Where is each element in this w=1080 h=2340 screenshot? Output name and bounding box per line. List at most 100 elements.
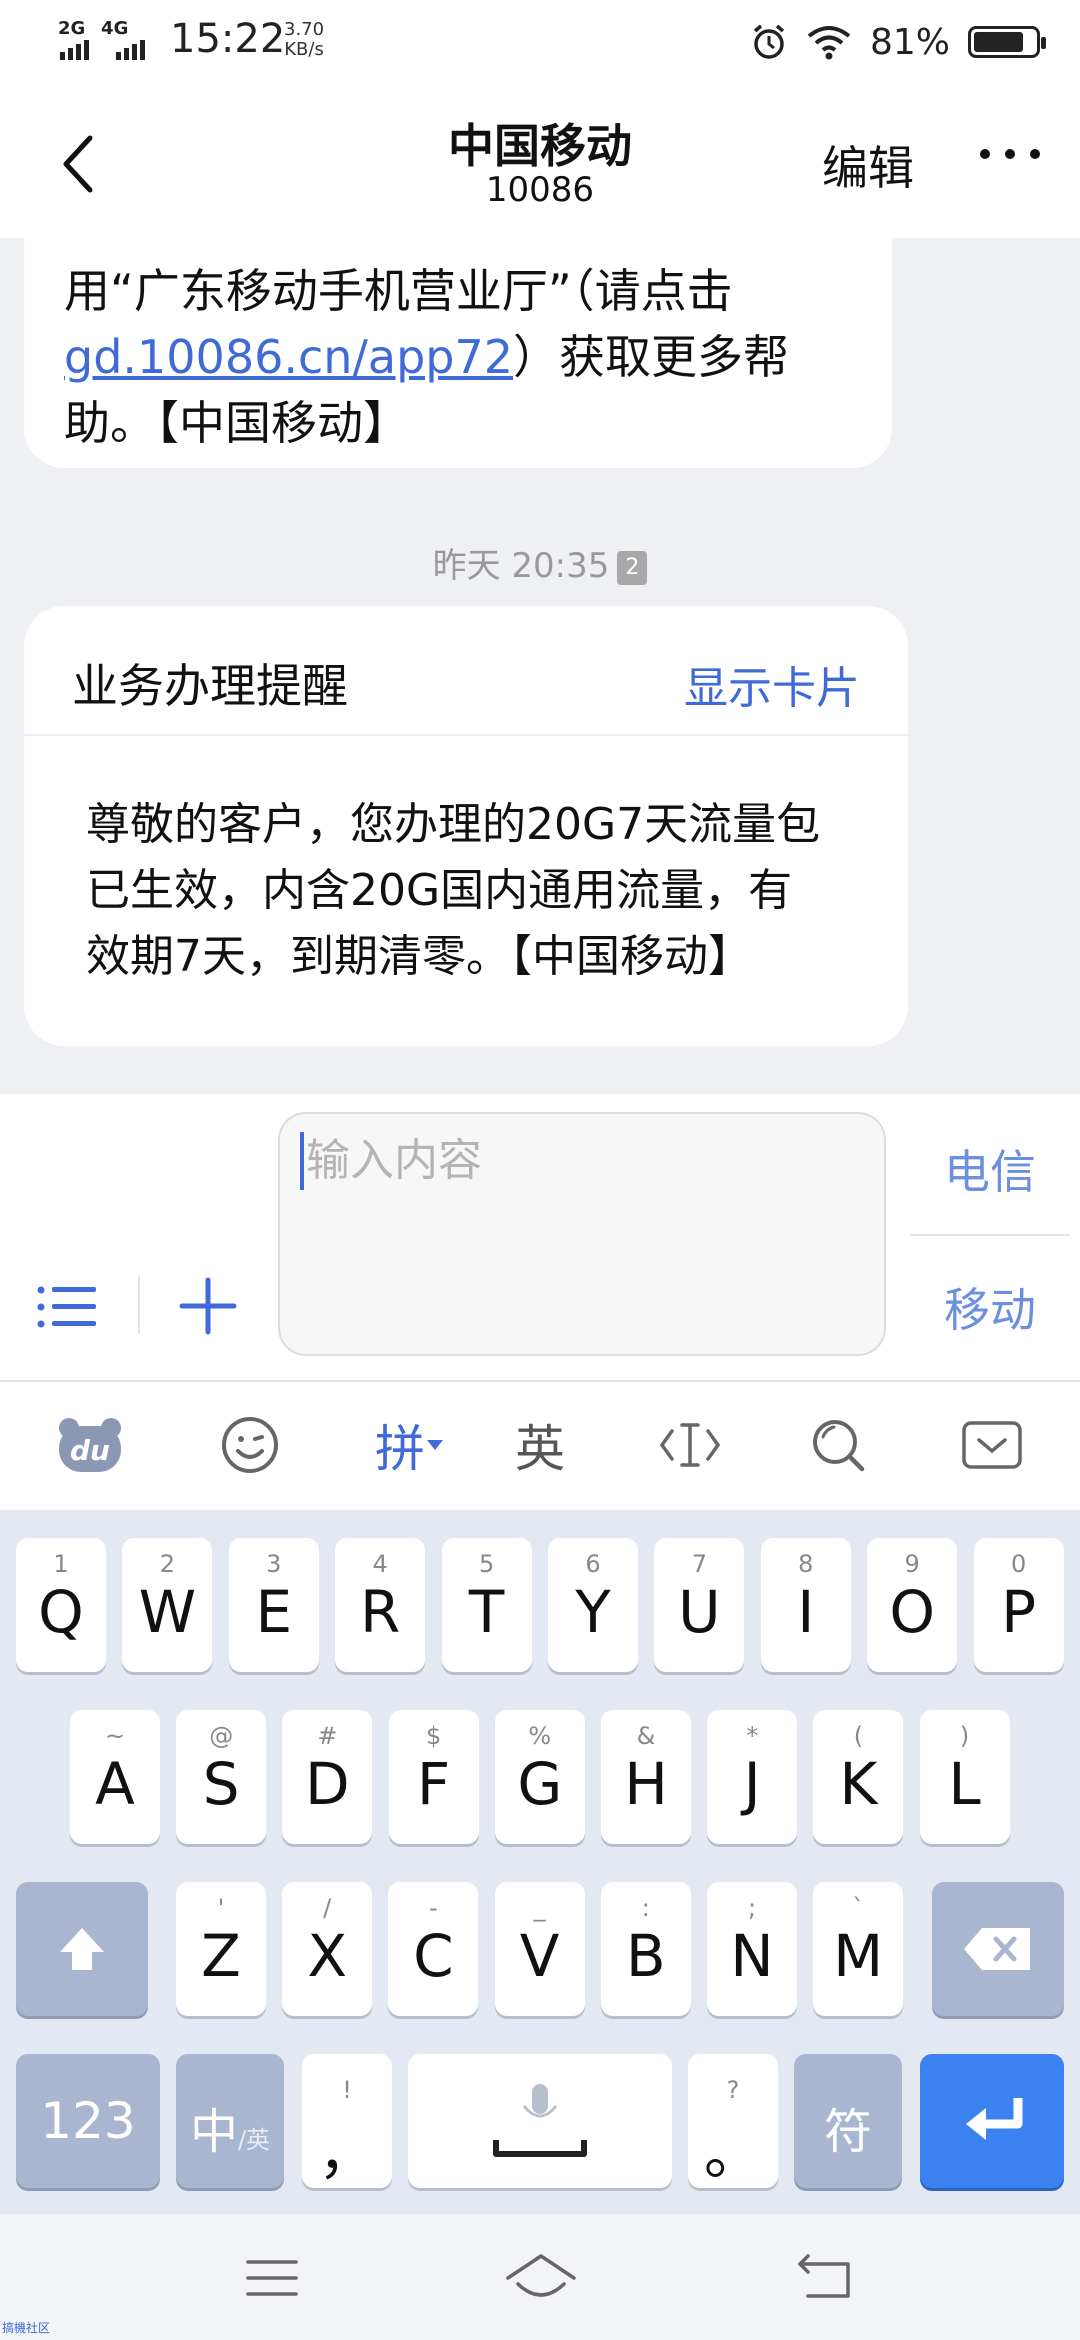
key-main-label: M — [833, 1922, 884, 1990]
clock: 15:22 — [170, 16, 286, 62]
message-input[interactable]: 输入内容 — [278, 1112, 886, 1356]
key-z[interactable]: ' Z — [176, 1882, 266, 2016]
key-main-label: F — [416, 1750, 451, 1818]
key-u[interactable]: 7U — [654, 1538, 745, 1672]
key-q[interactable]: 1Q — [16, 1538, 106, 1672]
menu-list-icon[interactable] — [36, 1282, 100, 1332]
key-main-label: D — [305, 1750, 350, 1818]
key-s[interactable]: @ S — [176, 1710, 267, 1844]
message-bubble[interactable]: 用“广东移动手机营业厅”（请点击 gd.10086.cn/app72）获取更多帮… — [24, 238, 892, 468]
space-key[interactable] — [408, 2054, 672, 2188]
key-sub-label: $ — [425, 1722, 442, 1750]
home-nav-icon[interactable] — [504, 2250, 578, 2306]
network-4g-label: 4G — [101, 18, 129, 39]
key-o[interactable]: 9O — [867, 1538, 958, 1672]
key-k[interactable]: (K — [813, 1710, 904, 1844]
key-sub-label: 6 — [585, 1550, 601, 1578]
enter-key[interactable] — [920, 2054, 1064, 2188]
key-d[interactable]: # D — [282, 1710, 373, 1844]
key-w[interactable]: 2W — [122, 1538, 213, 1672]
key-t[interactable]: 5T — [441, 1538, 532, 1672]
symbols-key-label: 符 — [823, 2104, 872, 2160]
message-text-part: 助。【中国移动】 — [64, 396, 409, 450]
key-sub-label: ) — [959, 1722, 970, 1750]
send-via-mobile-button[interactable]: 移动 — [900, 1274, 1080, 1340]
comma-key[interactable]: ! ， — [302, 2054, 392, 2188]
key-sub-label: 2 — [159, 1550, 176, 1578]
key-v[interactable]: _ V — [494, 1882, 585, 2016]
caret-down-icon — [427, 1440, 443, 1450]
status-right: 81% — [750, 18, 1046, 66]
show-card-button[interactable]: 显示卡片 — [684, 652, 860, 716]
key-main-label: K — [839, 1750, 878, 1818]
card-header: 业务办理提醒 显示卡片 — [24, 606, 908, 736]
english-mode-button[interactable]: 英 — [500, 1410, 580, 1480]
search-icon[interactable] — [798, 1410, 878, 1480]
message-card[interactable]: 业务办理提醒 显示卡片 尊敬的客户，您办理的20G7天流量包 已生效，内含20G… — [24, 606, 908, 1046]
key-main-label: P — [1001, 1578, 1037, 1646]
key-r[interactable]: 4R — [335, 1538, 426, 1672]
key-sub-label: 0 — [1010, 1550, 1027, 1578]
key-sub-label: : — [641, 1894, 650, 1922]
backspace-key[interactable] — [932, 1882, 1064, 2016]
key-i[interactable]: 8I — [760, 1538, 851, 1672]
numbers-key[interactable]: 123 — [16, 2054, 160, 2188]
card-body: 尊敬的客户，您办理的20G7天流量包 已生效，内含20G国内通用流量，有 效期7… — [24, 736, 908, 990]
key-sub-label: ; — [747, 1894, 757, 1922]
symbols-key[interactable]: 符 — [794, 2054, 902, 2188]
key-e[interactable]: 3E — [228, 1538, 319, 1672]
message-link[interactable]: gd.10086.cn/app72 — [64, 330, 513, 384]
du-logo-icon[interactable]: du — [50, 1410, 130, 1480]
comma-key-sub: ! — [342, 2076, 352, 2104]
message-input-placeholder: 输入内容 — [306, 1135, 482, 1186]
edit-button[interactable]: 编辑 — [822, 132, 914, 198]
key-b[interactable]: :B — [600, 1882, 691, 2016]
period-key-sub: ? — [726, 2076, 740, 2104]
message-text-part: 用“广东移动手机营业厅”（请点击 — [64, 264, 733, 318]
key-p[interactable]: 0P — [973, 1538, 1064, 1672]
pinyin-label: 拼 — [375, 1420, 425, 1478]
key-l[interactable]: ) L — [919, 1710, 1010, 1844]
network-indicator: 2G 4G — [58, 18, 145, 60]
shift-key[interactable] — [16, 1882, 148, 2016]
key-main-label: Z — [201, 1922, 241, 1990]
emoji-icon[interactable] — [210, 1410, 290, 1480]
key-g[interactable]: % G — [494, 1710, 585, 1844]
more-options-icon[interactable] — [980, 144, 1040, 164]
contact-number: 10086 — [485, 170, 595, 210]
system-nav-bar: 搞機社区 — [0, 2214, 1080, 2340]
menu-nav-icon[interactable] — [242, 2250, 302, 2306]
key-main-label: O — [889, 1578, 936, 1646]
key-h[interactable]: & H — [601, 1710, 691, 1844]
send-via-telecom-button[interactable]: 电信 — [900, 1136, 1080, 1202]
key-y[interactable]: 6Y — [548, 1538, 638, 1672]
key-main-label: V — [519, 1922, 560, 1990]
key-x[interactable]: / X — [282, 1882, 373, 2016]
key-sub-label: @ — [209, 1722, 234, 1750]
network-2g-label: 2G — [58, 18, 86, 39]
battery-percent: 81% — [869, 21, 950, 63]
network-speed-unit: KB/s — [284, 39, 324, 60]
key-main-label: G — [517, 1750, 563, 1818]
key-n[interactable]: ; N — [707, 1882, 797, 2016]
key-main-label: L — [948, 1750, 981, 1818]
key-f[interactable]: $ F — [388, 1710, 479, 1844]
key-main-label: E — [255, 1578, 293, 1646]
card-text-line: 尊敬的客户，您办理的20G7天流量包 — [86, 799, 821, 850]
cursor-move-icon[interactable] — [650, 1410, 730, 1480]
period-key[interactable]: ? 。 — [688, 2054, 778, 2188]
key-main-label: I — [797, 1578, 815, 1646]
key-c[interactable]: -C — [388, 1882, 479, 2016]
pinyin-mode-button[interactable]: 拼 — [360, 1410, 460, 1480]
message-list[interactable]: 用“广东移动手机营业厅”（请点击 gd.10086.cn/app72）获取更多帮… — [0, 238, 1080, 1094]
key-j[interactable]: * J — [707, 1710, 798, 1844]
key-m[interactable]: ` M — [813, 1882, 904, 2016]
back-nav-icon[interactable] — [794, 2250, 854, 2306]
language-switch-key[interactable]: 中/英 — [176, 2054, 284, 2188]
enter-arrow-icon — [966, 2098, 1023, 2140]
plus-icon[interactable] — [178, 1276, 238, 1336]
numbers-key-label: 123 — [40, 2092, 136, 2150]
key-main-label: N — [730, 1922, 774, 1990]
key-a[interactable]: ~ A — [70, 1710, 160, 1844]
hide-keyboard-icon[interactable] — [950, 1410, 1034, 1480]
